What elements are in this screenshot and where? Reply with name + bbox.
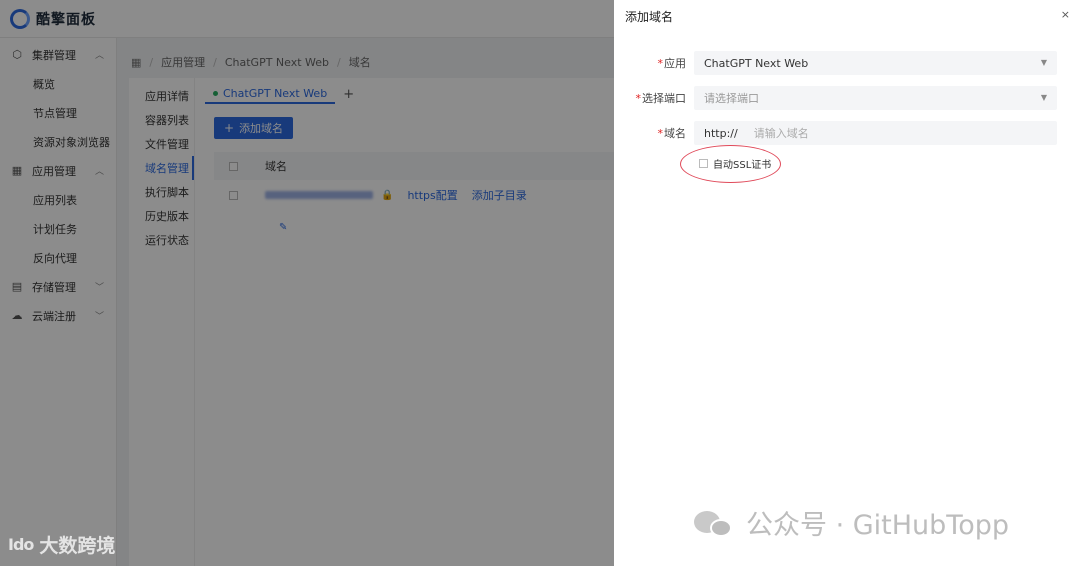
wechat-icon (694, 509, 732, 537)
brand-watermark: Ido 大数跨境 (8, 535, 116, 557)
form-row-port: *选择端口 请选择端口 ▼ (614, 86, 1080, 110)
port-select[interactable]: 请选择端口 ▼ (694, 86, 1057, 110)
domain-input-placeholder: 请输入域名 (753, 127, 809, 140)
domain-field-label: *域名 (657, 127, 687, 140)
chevron-down-icon: ▼ (1040, 58, 1047, 67)
brand-logo: Ido (8, 535, 34, 554)
modal-overlay[interactable] (0, 0, 614, 566)
protocol-prefix: http:// (704, 126, 738, 140)
close-icon[interactable]: × (1061, 8, 1070, 21)
chevron-down-icon: ▼ (1040, 93, 1047, 102)
app-field-label: *应用 (657, 57, 687, 70)
add-domain-drawer: 添加域名 × *应用 ChatGPT Next Web ▼ *选择端口 请选择端… (614, 0, 1080, 566)
port-field-label: *选择端口 (635, 92, 687, 105)
wechat-watermark: 公众号 · GitHubTopp (694, 503, 1009, 542)
drawer-title: 添加域名 (625, 10, 674, 24)
form-row-app: *应用 ChatGPT Next Web ▼ (614, 51, 1080, 75)
highlight-ellipse (680, 145, 781, 183)
app-select[interactable]: ChatGPT Next Web ▼ (694, 51, 1057, 75)
domain-input[interactable]: http:// 请输入域名 (694, 121, 1057, 145)
form-row-domain: *域名 http:// 请输入域名 (614, 121, 1080, 145)
